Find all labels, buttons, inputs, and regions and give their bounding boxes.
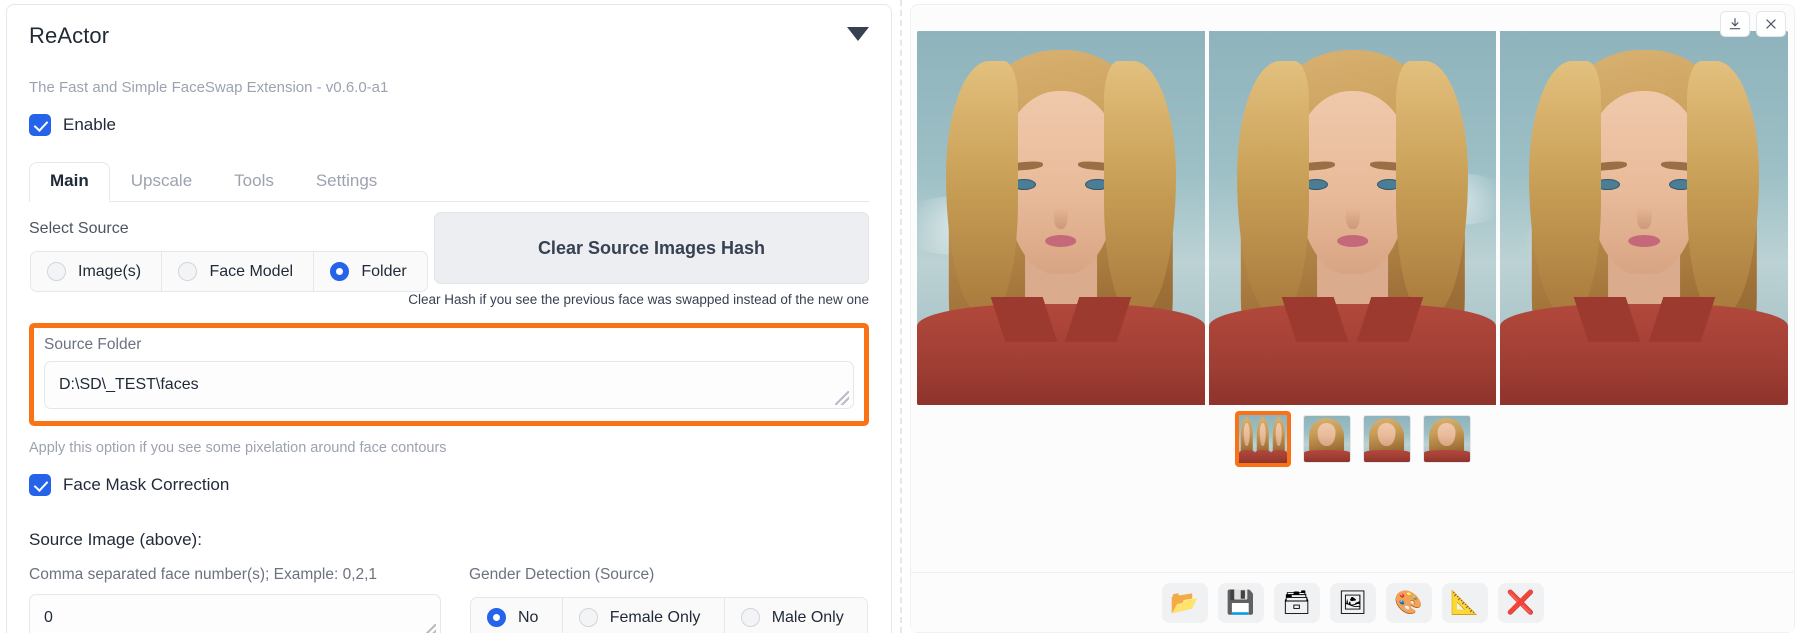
face-numbers-column: Comma separated face number(s); Example:… bbox=[29, 566, 441, 633]
resize-handle-icon[interactable] bbox=[422, 624, 436, 633]
face-mask-correction-checkbox[interactable] bbox=[29, 474, 51, 496]
radio-source-face-model[interactable]: Face Model bbox=[162, 251, 315, 292]
resize-handle-icon[interactable] bbox=[835, 391, 849, 405]
triangle-down-icon[interactable] bbox=[847, 27, 869, 41]
right-panel: 📂 💾 🗃 🖼 🎨 📐 ❌ bbox=[902, 0, 1805, 633]
radio-source-folder-label: Folder bbox=[361, 262, 407, 280]
gender-detection-label: Gender Detection (Source) bbox=[469, 566, 655, 583]
delete-button[interactable]: ❌ bbox=[1497, 582, 1544, 623]
clear-source-images-hash-button[interactable]: Clear Source Images Hash bbox=[434, 212, 869, 284]
radio-gender-male-only[interactable]: Male Only bbox=[724, 597, 868, 633]
radio-gender-female-only-label: Female Only bbox=[609, 608, 701, 626]
main-image-stage[interactable] bbox=[917, 31, 1788, 405]
radio-circle-icon bbox=[47, 262, 66, 281]
tab-tools[interactable]: Tools bbox=[213, 162, 295, 202]
thumbnail-item[interactable] bbox=[1302, 415, 1351, 463]
face-mask-hint: Apply this option if you see some pixela… bbox=[29, 440, 447, 456]
extension-subtitle: The Fast and Simple FaceSwap Extension -… bbox=[29, 79, 389, 96]
app-root: ReActor The Fast and Simple FaceSwap Ext… bbox=[0, 0, 1805, 633]
select-source-radio-group: Image(s) Face Model Folder bbox=[29, 250, 429, 293]
result-image[interactable] bbox=[917, 31, 1205, 405]
save-button[interactable]: 💾 bbox=[1217, 582, 1264, 623]
tab-settings[interactable]: Settings bbox=[295, 162, 398, 202]
radio-gender-male-only-label: Male Only bbox=[771, 608, 844, 626]
face-numbers-label: Comma separated face number(s); Example:… bbox=[29, 566, 378, 583]
close-button[interactable] bbox=[1756, 11, 1786, 37]
radio-circle-icon bbox=[740, 608, 760, 627]
reactor-accordion: ReActor The Fast and Simple FaceSwap Ext… bbox=[6, 4, 892, 633]
source-folder-label: Source Folder bbox=[44, 336, 142, 353]
source-folder-input[interactable]: D:\SD\_TEST\faces bbox=[44, 361, 854, 409]
result-image[interactable] bbox=[1500, 31, 1788, 405]
tab-bar: Main Upscale Tools Settings bbox=[29, 162, 869, 202]
result-gallery: 📂 💾 🗃 🖼 🎨 📐 ❌ bbox=[910, 4, 1795, 633]
radio-circle-icon bbox=[578, 608, 598, 627]
source-image-options-row: Comma separated face number(s); Example:… bbox=[29, 566, 869, 633]
page-title: ReActor bbox=[29, 23, 110, 48]
tab-upscale[interactable]: Upscale bbox=[110, 162, 213, 202]
gender-detection-column: Gender Detection (Source) No Female Only bbox=[469, 566, 869, 633]
gallery-top-toolbar bbox=[1720, 11, 1786, 37]
clear-hash-hint: Clear Hash if you see the previous face … bbox=[408, 292, 869, 307]
source-image-section-title: Source Image (above): bbox=[29, 530, 202, 549]
gallery-bottom-toolbar: 📂 💾 🗃 🖼 🎨 📐 ❌ bbox=[911, 572, 1794, 632]
radio-circle-icon bbox=[178, 262, 198, 281]
radio-source-folder[interactable]: Folder bbox=[314, 251, 428, 292]
download-icon bbox=[1729, 18, 1741, 30]
radio-gender-no-label: No bbox=[518, 608, 539, 626]
result-image[interactable] bbox=[1208, 31, 1497, 405]
download-button[interactable] bbox=[1720, 11, 1750, 37]
radio-source-face-model-label: Face Model bbox=[209, 262, 294, 280]
enable-label: Enable bbox=[63, 115, 116, 134]
card-file-box-button[interactable]: 🗃 bbox=[1273, 582, 1320, 623]
thumbnail-item[interactable] bbox=[1422, 415, 1471, 463]
radio-gender-no[interactable]: No bbox=[470, 597, 563, 633]
radio-source-images[interactable]: Image(s) bbox=[30, 251, 163, 292]
tab-main[interactable]: Main bbox=[29, 162, 110, 202]
enable-checkbox-row[interactable]: Enable bbox=[29, 114, 869, 136]
radio-source-images-label: Image(s) bbox=[78, 262, 142, 280]
palette-button[interactable]: 🎨 bbox=[1385, 582, 1432, 623]
thumbnail-strip bbox=[911, 411, 1794, 467]
face-mask-checkbox-row[interactable]: Face Mask Correction bbox=[29, 474, 869, 496]
source-folder-highlight-box: Source Folder D:\SD\_TEST\faces bbox=[29, 323, 869, 426]
enable-checkbox[interactable] bbox=[29, 114, 51, 136]
accordion-header[interactable]: ReActor bbox=[7, 5, 891, 61]
radio-gender-female-only[interactable]: Female Only bbox=[562, 597, 725, 633]
radio-circle-selected-icon bbox=[330, 262, 350, 281]
thumbnail-item[interactable] bbox=[1362, 415, 1411, 463]
accordion-body: The Fast and Simple FaceSwap Extension -… bbox=[7, 79, 891, 633]
ruler-button[interactable]: 📐 bbox=[1441, 582, 1488, 623]
radio-circle-selected-icon bbox=[487, 608, 506, 627]
face-numbers-input[interactable]: 0 bbox=[29, 594, 441, 633]
close-icon bbox=[1766, 19, 1776, 29]
face-mask-correction-label: Face Mask Correction bbox=[63, 475, 230, 494]
gender-detection-radio-group: No Female Only Male Only bbox=[469, 596, 869, 633]
thumbnail-item[interactable] bbox=[1234, 411, 1291, 467]
left-panel: ReActor The Fast and Simple FaceSwap Ext… bbox=[0, 0, 900, 633]
main-tab-panel: Select Source Image(s) Face Model Folder… bbox=[29, 202, 869, 633]
framed-picture-button[interactable]: 🖼 bbox=[1329, 582, 1376, 623]
open-folder-button[interactable]: 📂 bbox=[1161, 582, 1208, 623]
